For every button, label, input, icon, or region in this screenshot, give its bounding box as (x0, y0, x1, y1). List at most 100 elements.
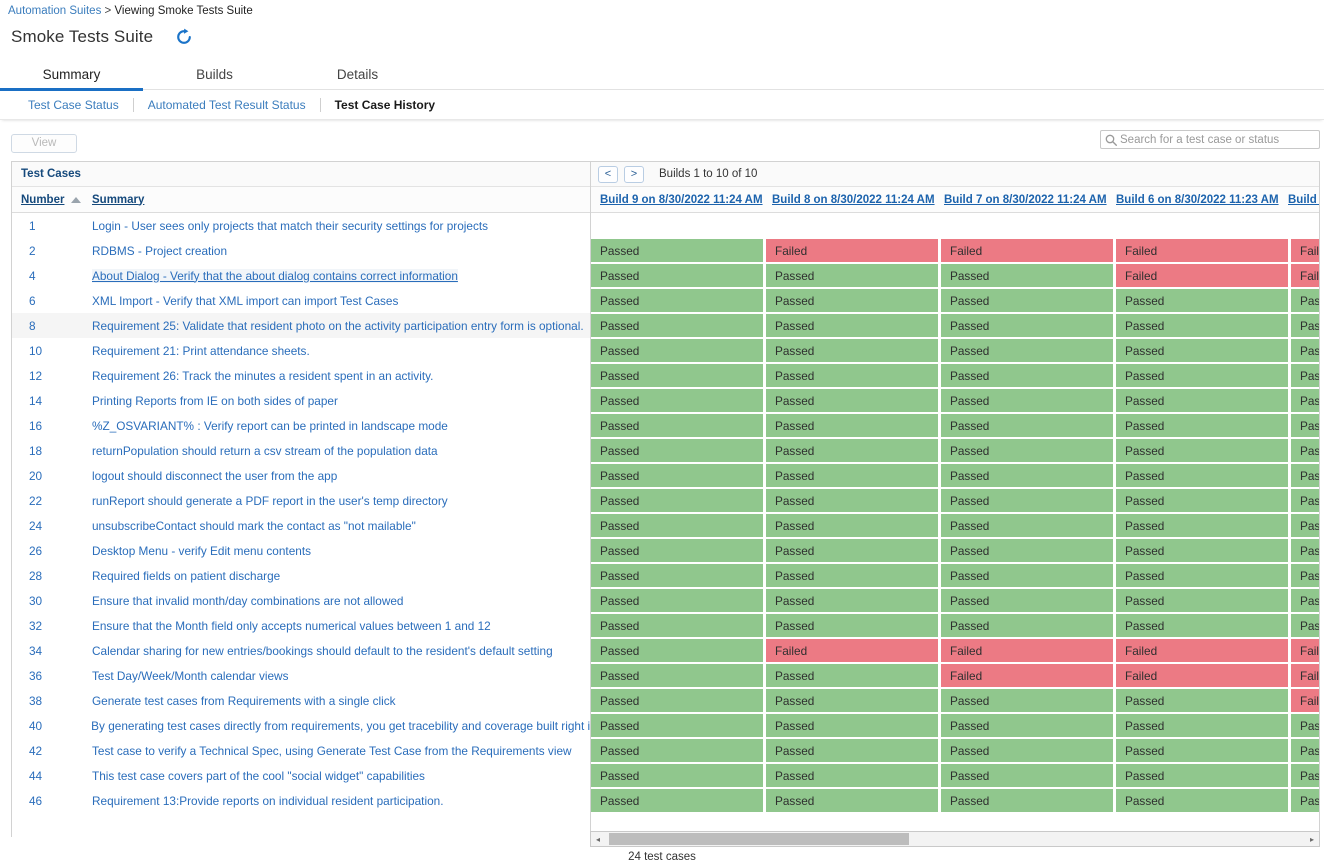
test-case-number[interactable]: 36 (12, 669, 92, 683)
test-case-summary[interactable]: Generate test cases from Requirements wi… (92, 694, 396, 708)
test-case-number[interactable]: 28 (12, 569, 92, 583)
table-row[interactable]: 6XML Import - Verify that XML import can… (12, 288, 590, 313)
status-cell[interactable]: Failed (766, 639, 938, 662)
table-row[interactable]: 36Test Day/Week/Month calendar views (12, 663, 590, 688)
test-case-summary[interactable]: runReport should generate a PDF report i… (92, 494, 448, 508)
status-cell[interactable]: Failed (766, 239, 938, 262)
table-row[interactable]: 26Desktop Menu - verify Edit menu conten… (12, 538, 590, 563)
status-cell[interactable]: Passed (591, 714, 763, 737)
status-cell[interactable]: Failed (1291, 639, 1319, 662)
status-cell[interactable]: Passed (591, 489, 763, 512)
status-cell[interactable]: Passed (1116, 389, 1288, 412)
table-row[interactable]: 34Calendar sharing for new entries/booki… (12, 638, 590, 663)
status-cell[interactable]: Passed (941, 739, 1113, 762)
test-case-summary[interactable]: unsubscribeContact should mark the conta… (92, 519, 416, 533)
status-cell[interactable]: Passed (941, 539, 1113, 562)
status-cell[interactable]: Passed (1116, 614, 1288, 637)
status-cell[interactable]: Passed (941, 514, 1113, 537)
test-case-number[interactable]: 22 (12, 494, 92, 508)
status-cell[interactable]: Passed (766, 389, 938, 412)
status-cell[interactable]: Passed (1116, 789, 1288, 812)
status-cell[interactable]: Failed (1116, 264, 1288, 287)
view-button[interactable]: View (11, 134, 77, 153)
status-cell[interactable]: Passed (941, 764, 1113, 787)
status-cell[interactable]: Passed (941, 364, 1113, 387)
table-row[interactable]: 40By generating test cases directly from… (12, 713, 590, 738)
test-case-summary[interactable]: XML Import - Verify that XML import can … (92, 294, 398, 308)
status-cell[interactable]: Passed (941, 564, 1113, 587)
status-cell[interactable]: Passed (766, 314, 938, 337)
status-cell[interactable]: Passed (766, 414, 938, 437)
status-cell[interactable]: Passed (1291, 339, 1319, 362)
status-cell[interactable]: Passed (591, 314, 763, 337)
status-cell[interactable]: Failed (1116, 239, 1288, 262)
status-cell[interactable]: Failed (941, 239, 1113, 262)
status-cell[interactable]: Passed (766, 739, 938, 762)
status-cell[interactable]: Passed (941, 264, 1113, 287)
table-row[interactable]: 20logout should disconnect the user from… (12, 463, 590, 488)
test-case-number[interactable]: 8 (12, 319, 92, 333)
next-builds-button[interactable]: > (624, 166, 644, 183)
test-case-summary[interactable]: Required fields on patient discharge (92, 569, 280, 583)
status-cell[interactable]: Passed (591, 789, 763, 812)
status-cell[interactable]: Passed (941, 389, 1113, 412)
status-cell[interactable]: Passed (941, 464, 1113, 487)
test-case-summary[interactable]: Calendar sharing for new entries/booking… (92, 644, 553, 658)
status-cell[interactable]: Passed (941, 714, 1113, 737)
status-cell[interactable]: Passed (1116, 314, 1288, 337)
status-cell[interactable]: Failed (1116, 664, 1288, 687)
column-header-number[interactable]: Number (12, 194, 92, 206)
test-case-number[interactable]: 42 (12, 744, 92, 758)
status-cell[interactable]: Passed (1116, 739, 1288, 762)
status-cell[interactable]: Passed (591, 414, 763, 437)
status-cell[interactable]: Passed (766, 539, 938, 562)
status-cell[interactable]: Passed (766, 364, 938, 387)
status-cell[interactable]: Passed (1116, 339, 1288, 362)
status-cell[interactable]: Passed (591, 589, 763, 612)
status-cell[interactable]: Passed (1291, 789, 1319, 812)
table-row[interactable]: 10Requirement 21: Print attendance sheet… (12, 338, 590, 363)
status-cell[interactable]: Passed (1116, 589, 1288, 612)
status-cell[interactable]: Passed (1116, 439, 1288, 462)
status-cell[interactable]: Passed (1116, 489, 1288, 512)
test-case-summary[interactable]: By generating test cases directly from r… (91, 719, 590, 733)
table-row[interactable]: 32Ensure that the Month field only accep… (12, 613, 590, 638)
status-cell[interactable]: Passed (1291, 464, 1319, 487)
table-row[interactable]: 24unsubscribeContact should mark the con… (12, 513, 590, 538)
status-cell[interactable]: Passed (766, 514, 938, 537)
status-cell[interactable]: Failed (1291, 264, 1319, 287)
scrollbar-track[interactable] (605, 832, 1305, 846)
test-case-number[interactable]: 18 (12, 444, 92, 458)
test-case-summary[interactable]: About Dialog - Verify that the about dia… (92, 269, 458, 283)
horizontal-scrollbar[interactable]: ◂ ▸ (590, 831, 1320, 847)
subtab-test-case-history[interactable]: Test Case History (321, 98, 449, 112)
status-cell[interactable]: Failed (941, 639, 1113, 662)
build-column-header[interactable]: Build 9 on 8/30/2022 11:24 AM (591, 194, 763, 206)
status-cell[interactable]: Passed (766, 564, 938, 587)
subtab-test-case-status[interactable]: Test Case Status (14, 98, 133, 112)
status-cell[interactable]: Passed (766, 439, 938, 462)
tab-builds[interactable]: Builds (143, 60, 286, 91)
status-cell[interactable]: Passed (941, 289, 1113, 312)
status-cell[interactable]: Passed (591, 514, 763, 537)
test-case-summary[interactable]: Desktop Menu - verify Edit menu contents (92, 544, 311, 558)
status-cell[interactable]: Passed (1291, 389, 1319, 412)
status-cell[interactable]: Passed (1291, 614, 1319, 637)
status-cell[interactable]: Passed (1116, 289, 1288, 312)
table-row[interactable]: 12Requirement 26: Track the minutes a re… (12, 363, 590, 388)
status-cell[interactable]: Passed (1291, 589, 1319, 612)
test-case-number[interactable]: 6 (12, 294, 92, 308)
status-cell[interactable]: Passed (1291, 514, 1319, 537)
table-row[interactable]: 38Generate test cases from Requirements … (12, 688, 590, 713)
refresh-icon[interactable] (173, 26, 195, 48)
status-cell[interactable]: Passed (1116, 714, 1288, 737)
status-cell[interactable]: Passed (591, 364, 763, 387)
status-cell[interactable]: Passed (766, 614, 938, 637)
test-case-summary[interactable]: Test case to verify a Technical Spec, us… (92, 744, 572, 758)
status-cell[interactable]: Passed (591, 664, 763, 687)
tab-details[interactable]: Details (286, 60, 429, 91)
status-cell[interactable]: Passed (1116, 414, 1288, 437)
status-cell[interactable]: Passed (591, 764, 763, 787)
status-cell[interactable]: Passed (591, 464, 763, 487)
table-row[interactable]: 1Login - User sees only projects that ma… (12, 213, 590, 238)
